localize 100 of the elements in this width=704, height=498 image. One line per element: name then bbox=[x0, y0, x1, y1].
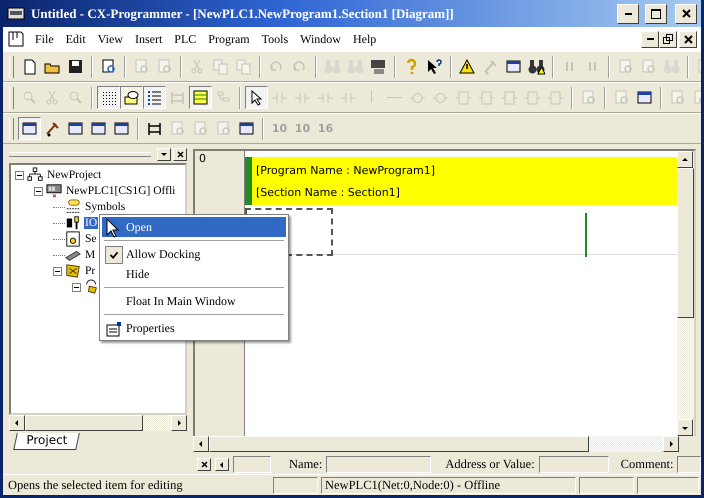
maximize-button[interactable] bbox=[645, 4, 667, 24]
scrollbar[interactable] bbox=[677, 151, 694, 436]
comment-field[interactable] bbox=[677, 456, 701, 473]
close-icon bbox=[200, 461, 208, 468]
toolbar-button[interactable] bbox=[97, 86, 120, 109]
close-button[interactable] bbox=[679, 30, 697, 48]
menu-item[interactable]: Open bbox=[102, 217, 286, 237]
menu-item[interactable]: Window bbox=[294, 32, 347, 46]
minus-icon bbox=[36, 188, 41, 194]
binoculars-warning-icon bbox=[528, 58, 545, 75]
document-icon bbox=[215, 120, 232, 137]
left-arrow-icon bbox=[13, 419, 21, 427]
instruction-icon bbox=[501, 89, 518, 106]
left-arrow-icon bbox=[218, 460, 226, 468]
menu-item[interactable]: Program bbox=[202, 32, 256, 46]
list-icon bbox=[146, 89, 163, 106]
zoom-icon bbox=[67, 89, 84, 106]
status-message: Opens the selected item for editing bbox=[7, 476, 184, 494]
close-icon bbox=[176, 150, 184, 158]
menu-item[interactable]: Edit bbox=[60, 32, 92, 46]
tree-item[interactable]: IO bbox=[84, 217, 98, 229]
number-format-button-text: 16 bbox=[318, 122, 334, 135]
document-icon bbox=[617, 58, 634, 75]
tree-item[interactable]: Se bbox=[84, 233, 98, 245]
status-panel bbox=[273, 476, 318, 494]
window-title: Untitled - CX-Programmer - [NewPLC1.NewProgram1.Section1 [Diagram]] bbox=[31, 6, 455, 22]
document-icon bbox=[192, 120, 209, 137]
copy-icon bbox=[212, 58, 229, 75]
status-panel bbox=[579, 476, 634, 494]
tree-item[interactable]: M bbox=[84, 249, 96, 261]
settings-icon bbox=[65, 231, 81, 247]
close-button[interactable] bbox=[197, 458, 211, 471]
dropdown-button[interactable] bbox=[157, 148, 171, 160]
right-arrow-icon bbox=[667, 440, 675, 448]
instruction-icon bbox=[455, 89, 472, 106]
instruction-icon bbox=[524, 89, 541, 106]
right-arrow-icon bbox=[175, 419, 183, 427]
print-preview-icon bbox=[100, 58, 117, 75]
ladder-icon bbox=[192, 89, 209, 106]
mouse-pointer-icon bbox=[106, 218, 119, 238]
address-field[interactable] bbox=[538, 456, 609, 473]
info-field[interactable] bbox=[233, 456, 271, 473]
menu-item[interactable]: File bbox=[29, 32, 60, 46]
save-icon bbox=[67, 58, 84, 75]
address-label: Address or Value: bbox=[445, 457, 535, 472]
collapse-toggle[interactable] bbox=[53, 266, 62, 276]
collapse-toggle[interactable] bbox=[15, 170, 24, 180]
project-tab[interactable]: Project bbox=[13, 433, 80, 450]
restore-icon bbox=[663, 34, 673, 44]
toolbar-button[interactable] bbox=[120, 86, 143, 109]
window-icon bbox=[21, 120, 38, 137]
scrollbar[interactable] bbox=[9, 415, 187, 431]
collapse-toggle[interactable] bbox=[72, 282, 81, 292]
menu-item[interactable]: View bbox=[92, 32, 129, 46]
monitor-icon bbox=[238, 120, 255, 137]
back-button[interactable] bbox=[215, 458, 229, 471]
menu-item[interactable]: Help bbox=[346, 32, 382, 46]
toolbar-button[interactable] bbox=[189, 86, 212, 109]
tree-item[interactable]: NewPLC1[CS1G] Offli bbox=[65, 185, 176, 197]
menu-item[interactable]: Tools bbox=[256, 32, 294, 46]
instruction-icon bbox=[478, 89, 495, 106]
minimize-button[interactable] bbox=[641, 30, 659, 48]
minimize-button[interactable] bbox=[617, 4, 639, 24]
toolbar-button[interactable] bbox=[143, 86, 166, 109]
comment-label: Comment: bbox=[620, 457, 674, 472]
tree-item[interactable]: NewProject bbox=[46, 169, 102, 181]
name-field[interactable] bbox=[326, 456, 432, 473]
document-icon bbox=[169, 120, 186, 137]
comment-icon bbox=[123, 89, 140, 106]
tree-item[interactable]: Pr bbox=[84, 265, 96, 277]
minus-icon bbox=[74, 284, 79, 290]
window-icon bbox=[90, 120, 107, 137]
pointer-help-icon bbox=[426, 58, 443, 75]
device-icon bbox=[113, 120, 130, 137]
tree-item[interactable]: Symbols bbox=[84, 201, 126, 213]
stack-icon bbox=[613, 89, 630, 106]
collapse-toggle[interactable] bbox=[34, 186, 43, 196]
warning-icon bbox=[459, 58, 476, 75]
instruction-icon bbox=[547, 89, 564, 106]
status-panel bbox=[637, 476, 699, 494]
document-icon bbox=[640, 58, 657, 75]
window-icon bbox=[67, 120, 84, 137]
zoom-icon bbox=[21, 89, 38, 106]
cross-reference-icon bbox=[370, 58, 387, 75]
program-name: [Program Name : NewProgram1] bbox=[256, 164, 436, 176]
document-icon bbox=[7, 30, 25, 48]
toolbar-button[interactable] bbox=[18, 117, 41, 140]
programs-icon bbox=[65, 263, 81, 279]
menu-item[interactable]: PLC bbox=[168, 32, 202, 46]
restore-button[interactable] bbox=[659, 30, 677, 48]
plug-icon bbox=[65, 215, 81, 231]
close-icon bbox=[684, 34, 692, 44]
toolbar-button[interactable] bbox=[245, 86, 268, 109]
close-button[interactable] bbox=[173, 148, 187, 160]
close-button[interactable] bbox=[675, 4, 697, 24]
scrollbar[interactable] bbox=[193, 436, 696, 452]
document-icon bbox=[580, 89, 597, 106]
minus-icon bbox=[17, 172, 22, 178]
menu-item[interactable]: Insert bbox=[128, 32, 168, 46]
paste-icon bbox=[235, 58, 252, 75]
